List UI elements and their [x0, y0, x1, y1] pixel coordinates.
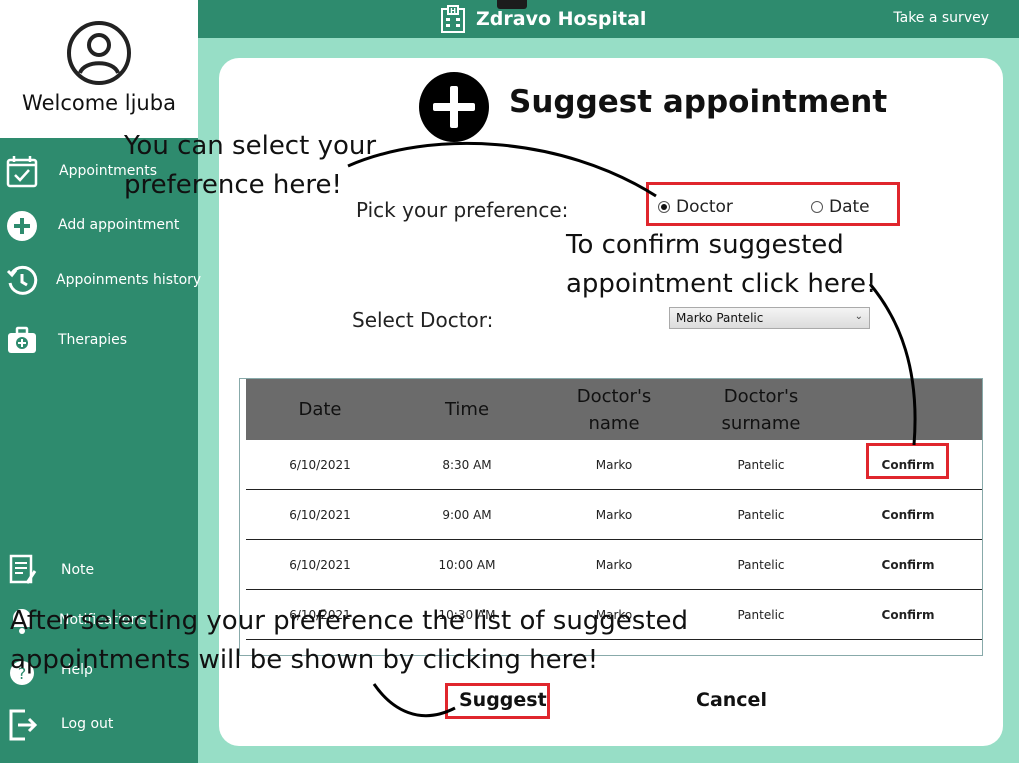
confirm-button[interactable]: Confirm [834, 590, 982, 640]
add-circle-icon [419, 72, 489, 142]
history-icon [6, 265, 38, 295]
profile-panel: Welcome ljuba [0, 0, 198, 138]
table-header: Date Time Doctor's name Doctor's surname [246, 379, 982, 440]
cell-date: 6/10/2021 [289, 558, 351, 572]
radio-doctor-label: Doctor [676, 197, 733, 217]
cancel-button[interactable]: Cancel [696, 689, 767, 711]
sidebar-item-label: Therapies [58, 332, 128, 348]
radio-date[interactable]: Date [811, 197, 870, 217]
radio-doctor-dot[interactable] [658, 201, 670, 213]
cell-time: 10:00 AM [438, 558, 496, 572]
confirm-hint-line-2: appointment click here! [566, 269, 877, 299]
logout-icon [9, 709, 38, 741]
top-bar: H Zdravo Hospital Take a survey [198, 0, 1019, 38]
sidebar-item-note[interactable]: Note [0, 551, 198, 591]
cell-doctor-name: Marko [595, 458, 633, 472]
column-header-doctor-name: Doctor's name [576, 385, 652, 434]
confirm-button[interactable]: Confirm [834, 490, 982, 540]
sidebar-item-label: Add appointment [58, 217, 180, 233]
sidebar-item-logout[interactable]: Log out [0, 705, 198, 745]
cell-doctor-name: Marko [595, 558, 633, 572]
confirm-hint-line-1: To confirm suggested [566, 230, 844, 260]
cell-date: 6/10/2021 [289, 458, 351, 472]
cell-doctor-surname: Pantelic [737, 458, 785, 472]
cell-doctor-surname: Pantelic [737, 608, 785, 622]
medical-kit-icon [8, 326, 36, 353]
take-survey-link[interactable]: Take a survey [893, 10, 989, 26]
suggest-hint-line-1: After selecting your preference the list… [10, 606, 689, 636]
column-header-date: Date [298, 399, 342, 420]
doctor-select-value: Marko Pantelic [676, 311, 764, 325]
table-row: 6/10/2021 9:00 AM Marko Pantelic Confirm [246, 490, 982, 540]
cell-doctor-name: Marko [595, 508, 633, 522]
cell-doctor-surname: Pantelic [737, 558, 785, 572]
suggest-hint-line-2: appointments will be shown by clicking h… [10, 645, 599, 675]
note-icon [9, 554, 37, 584]
sidebar-item-label: Note [61, 562, 95, 578]
suggest-button[interactable]: Suggest [459, 689, 547, 711]
user-avatar-icon [67, 21, 131, 85]
table-row: 6/10/2021 10:00 AM Marko Pantelic Confir… [246, 540, 982, 590]
radio-date-label: Date [829, 197, 870, 217]
cell-date: 6/10/2021 [289, 508, 351, 522]
radio-date-dot[interactable] [811, 201, 823, 213]
chevron-down-icon: ⌄ [854, 311, 863, 322]
sidebar-item-label: Appoinments history [56, 272, 202, 288]
confirm-highlight-box [866, 443, 949, 479]
preference-hint-line-2: preference here! [124, 170, 342, 200]
sidebar-item-add-appointment[interactable]: Add appointment [0, 206, 198, 246]
app-title-text: Zdravo Hospital [476, 8, 647, 30]
sidebar-item-appointments-history[interactable]: Appoinments history [0, 261, 202, 301]
preference-label: Pick your preference: [356, 198, 569, 222]
plus-circle-icon [7, 211, 37, 241]
calendar-check-icon [6, 156, 38, 188]
app-title: H Zdravo Hospital [440, 5, 646, 33]
hospital-icon: H [441, 5, 465, 33]
column-header-time: Time [444, 399, 490, 420]
sidebar-item-therapies[interactable]: Therapies [0, 321, 198, 361]
svg-text:H: H [450, 7, 456, 15]
cell-doctor-surname: Pantelic [737, 508, 785, 522]
column-header-doctor-surname: Doctor's surname [721, 385, 801, 434]
sidebar-item-label: Log out [61, 716, 114, 732]
page-title: Suggest appointment [509, 84, 888, 120]
preference-hint-line-1: You can select your [124, 131, 377, 161]
radio-doctor[interactable]: Doctor [658, 197, 733, 217]
doctor-select[interactable]: Marko Pantelic ⌄ [669, 307, 870, 329]
cell-time: 9:00 AM [442, 508, 492, 522]
confirm-button[interactable]: Confirm [834, 540, 982, 590]
welcome-text: Welcome ljuba [22, 91, 176, 115]
select-doctor-label: Select Doctor: [352, 308, 494, 332]
cell-time: 8:30 AM [442, 458, 492, 472]
